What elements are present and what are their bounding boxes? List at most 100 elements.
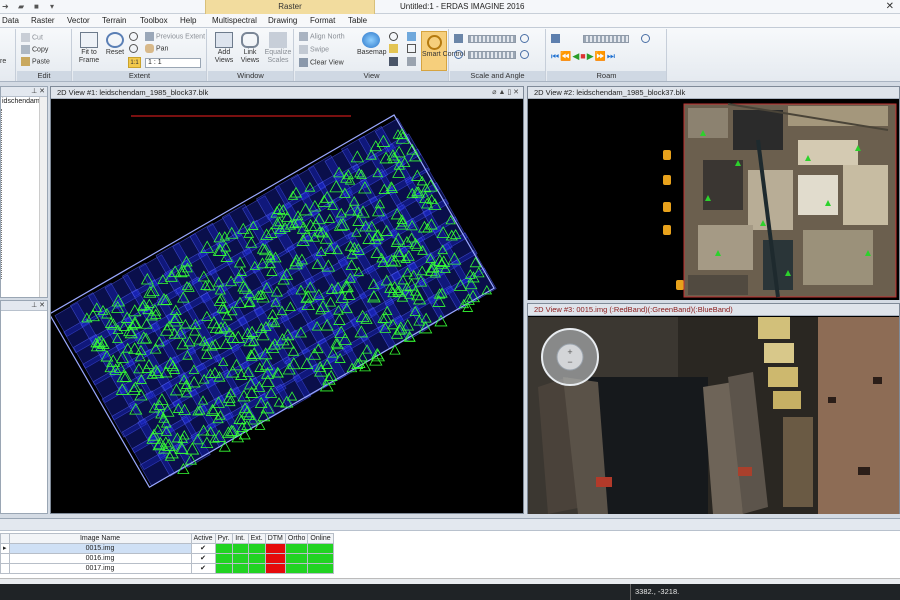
row-marker: ▸ [0, 543, 10, 554]
retriever-panel: ⊥ ✕ [0, 300, 48, 514]
zoom-in-button[interactable] [129, 32, 140, 42]
menu-multispectral[interactable]: Multispectral [212, 14, 257, 28]
ortho-status [284, 553, 309, 564]
zoom-out-icon[interactable]: − [567, 357, 572, 367]
image-name-cell[interactable]: 0017.img [8, 563, 192, 574]
active-cell[interactable]: ✔ [190, 563, 216, 574]
block-footprint-canvas[interactable] [51, 100, 523, 514]
roam-speed-slider[interactable] [583, 35, 629, 43]
pyr-status [214, 563, 233, 574]
close-icon[interactable]: ✕ [886, 0, 894, 14]
col-image-name[interactable]: Image Name [8, 533, 192, 544]
view-tool-screen[interactable] [407, 32, 418, 42]
ribbon-group-view: Align North Swipe Clear View Basemap Sma… [295, 29, 466, 81]
navigation-wheel[interactable]: + − [541, 328, 599, 386]
smart-control-button[interactable]: Smart Control [421, 31, 466, 71]
copy-button[interactable]: Copy [21, 45, 48, 55]
view-tool-frame[interactable] [407, 44, 418, 54]
save-icon[interactable]: ■ [34, 2, 44, 11]
first-icon[interactable]: ⏮ [551, 51, 560, 61]
cut-label: Cut [32, 34, 43, 42]
view-tool-pointer[interactable] [407, 57, 418, 67]
basemap-button[interactable]: Basemap [357, 32, 387, 57]
pan-button[interactable]: Pan [145, 44, 168, 54]
view-tool-ruler[interactable] [389, 44, 400, 54]
clear-view-button[interactable]: Clear View [299, 58, 344, 68]
menu-data[interactable]: Data [2, 14, 19, 28]
one-to-one-button[interactable]: 1:1 [128, 57, 141, 68]
col-int[interactable]: Int. [231, 533, 249, 544]
col-online[interactable]: Online [307, 533, 334, 544]
scale-icon-button[interactable] [454, 34, 465, 44]
scale-combo[interactable]: 1 : 1 [145, 58, 201, 68]
menu-vector[interactable]: Vector [67, 14, 90, 28]
open-icon[interactable]: ▰ [18, 2, 28, 11]
contents-panel: ⊥ ✕ idschendam_1985_block37.bl [0, 86, 48, 298]
row-marker [0, 553, 10, 564]
menu-table[interactable]: Table [348, 14, 367, 28]
image-name-cell[interactable]: 0016.img [8, 553, 192, 564]
scale-slider[interactable] [468, 35, 516, 43]
previous-extent-icon [145, 32, 154, 41]
scale-reset-button[interactable] [520, 34, 531, 44]
angle-icon-button[interactable] [454, 50, 465, 60]
menu-help[interactable]: Help [180, 14, 196, 28]
step-forward-icon[interactable]: ⏩ [595, 51, 607, 61]
zoom-in-icon[interactable]: + [567, 347, 572, 357]
link-views-button[interactable]: Link Views [238, 32, 262, 65]
view-1-tools[interactable]: ⌀ ▲ ▯ ✕ [492, 87, 519, 99]
roam-reset-button[interactable] [641, 34, 652, 44]
cut-button[interactable]: Cut [21, 33, 43, 43]
col-pyr[interactable]: Pyr. [214, 533, 233, 544]
contents-scrollbar[interactable] [39, 97, 47, 297]
angle-reset-button[interactable] [520, 50, 531, 60]
panel-pin-close-icons[interactable]: ⊥ ✕ [31, 302, 45, 309]
reset-icon [520, 50, 529, 59]
view-tool-fill[interactable] [389, 57, 400, 67]
step-back-icon[interactable]: ⏪ [560, 51, 572, 61]
view-tool-magnifier[interactable] [389, 32, 400, 42]
roam-options-button[interactable] [551, 34, 562, 44]
aerial-image-view-2[interactable] [528, 100, 899, 300]
menu-drawing[interactable]: Drawing [268, 14, 297, 28]
menu-raster[interactable]: Raster [31, 14, 55, 28]
image-name-cell[interactable]: 0015.img [8, 543, 192, 554]
last-icon[interactable]: ⏭ [607, 51, 616, 61]
align-north-button[interactable]: Align North [299, 32, 345, 42]
add-views-button[interactable]: Add Views [211, 32, 237, 65]
swipe-button[interactable]: Swipe [299, 45, 329, 55]
smart-control-label: Smart Control [422, 51, 466, 58]
reset-button[interactable]: Reset [104, 32, 126, 57]
partial-label[interactable]: re [0, 57, 6, 67]
row-marker [0, 563, 10, 574]
table-row[interactable]: 0016.img ✔ [0, 553, 334, 564]
dropdown-icon[interactable]: ▾ [50, 2, 60, 11]
menu-format[interactable]: Format [310, 14, 335, 28]
roam-playback-controls[interactable]: ⏮⏪◀■▶⏩⏭ [551, 51, 616, 61]
view-3[interactable]: 2D View #3: 0015.img (:RedBand)(:GreenBa… [527, 303, 900, 514]
menu-terrain[interactable]: Terrain [102, 14, 126, 28]
panel-pin-close-icons[interactable]: ⊥ ✕ [31, 88, 45, 95]
menu-toolbox[interactable]: Toolbox [140, 14, 168, 28]
magnifier-icon [389, 32, 398, 41]
active-cell[interactable]: ✔ [190, 553, 216, 564]
col-dtm[interactable]: DTM [264, 533, 286, 544]
view-1[interactable]: 2D View #1: leidschendam_1985_block37.bl… [50, 86, 524, 514]
arrow-icon[interactable]: ➜ [2, 2, 12, 11]
ruler-icon [389, 44, 398, 53]
active-cell[interactable]: ✔ [190, 543, 216, 554]
col-ortho[interactable]: Ortho [284, 533, 309, 544]
aerial-image-view-3[interactable]: + − [528, 317, 899, 514]
angle-slider[interactable] [468, 51, 516, 59]
view-2[interactable]: 2D View #2: leidschendam_1985_block37.bl… [527, 86, 900, 300]
equalize-scales-button[interactable]: Equalize Scales [263, 32, 293, 65]
fit-to-frame-button[interactable]: Fit to Frame [75, 32, 103, 65]
previous-extent-button[interactable]: Previous Extent [145, 32, 205, 42]
paste-button[interactable]: Paste [21, 57, 50, 67]
table-row[interactable]: 0017.img ✔ [0, 563, 334, 574]
col-active[interactable]: Active [190, 533, 216, 544]
col-ext[interactable]: Ext. [247, 533, 266, 544]
zoom-out-button[interactable] [129, 44, 140, 54]
play-icon[interactable]: ▶ [587, 51, 595, 61]
table-row[interactable]: ▸ 0015.img ✔ [0, 543, 334, 554]
